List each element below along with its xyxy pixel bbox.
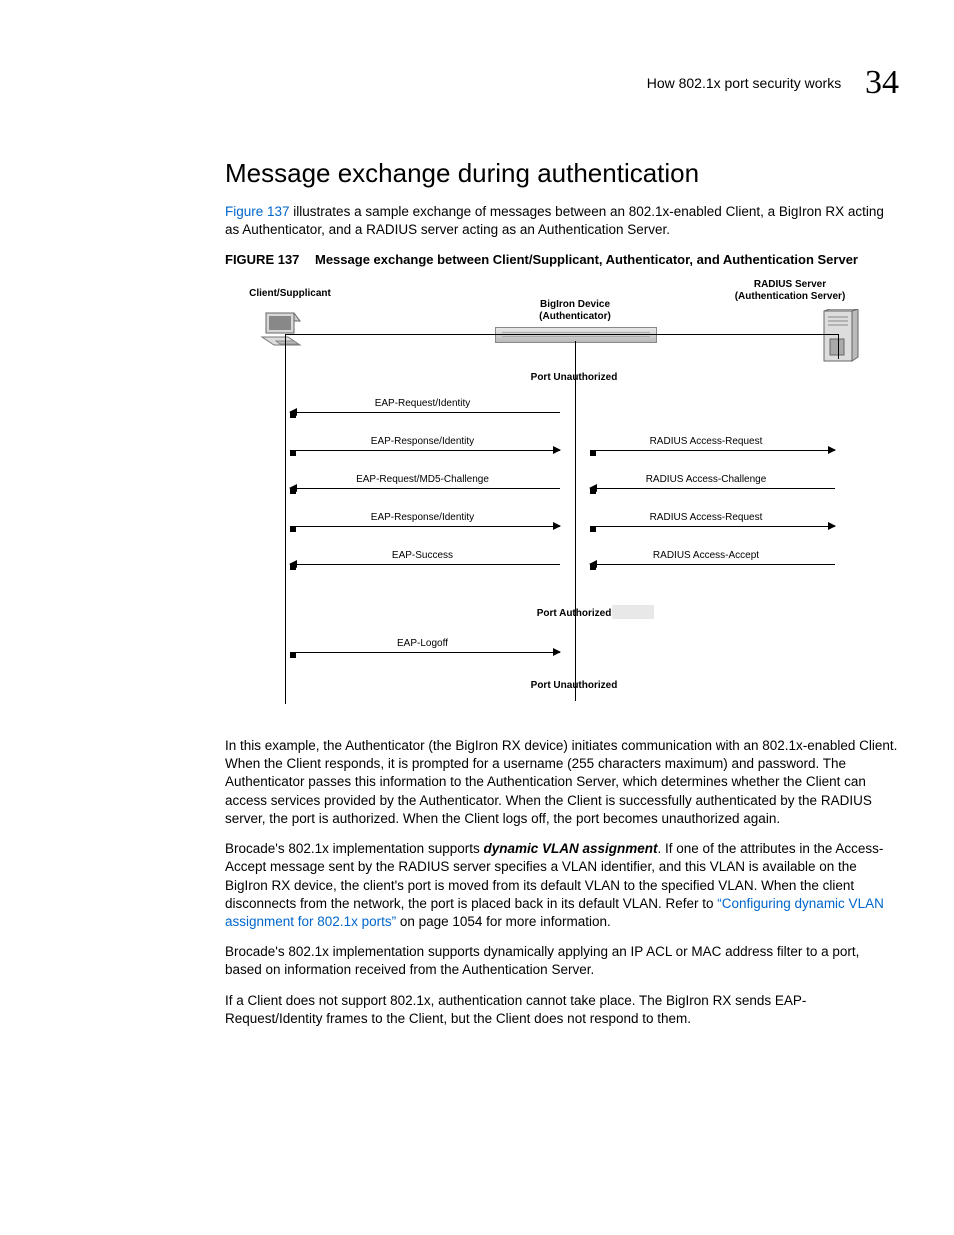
paragraph-4: If a Client does not support 802.1x, aut…	[225, 992, 899, 1028]
msg-eap-req-identity: EAP-Request/Identity	[285, 397, 560, 411]
paragraph-3: Brocade's 802.1x implementation supports…	[225, 943, 899, 979]
port-state-unauth-2: Port Unauthorized	[474, 679, 674, 693]
page-content: Message exchange during authentication F…	[225, 156, 899, 1028]
p2-em: dynamic VLAN assignment	[483, 841, 657, 856]
msg-radius-accept: RADIUS Access-Accept	[576, 549, 836, 563]
device-label-l1: BigIron Device	[540, 299, 610, 310]
server-lifeline	[838, 334, 839, 359]
chapter-number: 34	[865, 60, 899, 106]
client-label: Client/Supplicant	[230, 287, 350, 301]
server-label: RADIUS Server (Authentication Server)	[720, 279, 860, 303]
switch-icon	[495, 327, 657, 343]
device-label-l2: (Authenticator)	[539, 311, 611, 322]
figure-reference-link[interactable]: Figure 137	[225, 204, 290, 219]
msg-eap-req-md5: EAP-Request/MD5-Challenge	[285, 473, 560, 487]
intro-text: illustrates a sample exchange of message…	[225, 204, 884, 237]
workstation-icon	[260, 309, 306, 355]
msg-eap-logoff: EAP-Logoff	[285, 637, 560, 651]
server-label-l2: (Authentication Server)	[735, 291, 846, 302]
running-header: How 802.1x port security works 34	[55, 60, 899, 106]
figure-caption-text: Message exchange between Client/Supplica…	[315, 251, 899, 269]
p2-a: Brocade's 802.1x implementation supports	[225, 841, 483, 856]
p2-c: on page 1054 for more information.	[396, 914, 611, 929]
sequence-diagram: Client/Supplicant BigIron Device (Authen…	[200, 279, 860, 719]
msg-radius-req-1: RADIUS Access-Request	[576, 435, 836, 449]
paragraph-1: In this example, the Authenticator (the …	[225, 737, 899, 828]
msg-radius-challenge: RADIUS Access-Challenge	[576, 473, 836, 487]
msg-eap-resp-identity-1: EAP-Response/Identity	[285, 435, 560, 449]
server-icon	[820, 309, 860, 365]
server-label-l1: RADIUS Server	[754, 279, 826, 290]
port-state-unauth-1: Port Unauthorized	[474, 371, 674, 385]
figure-caption: FIGURE 137 Message exchange between Clie…	[225, 251, 899, 269]
msg-eap-resp-identity-2: EAP-Response/Identity	[285, 511, 560, 525]
figure-label: FIGURE 137	[225, 251, 315, 269]
running-title: How 802.1x port security works	[647, 74, 842, 93]
section-heading: Message exchange during authentication	[225, 156, 899, 191]
intro-paragraph: Figure 137 illustrates a sample exchange…	[225, 203, 899, 239]
msg-radius-req-2: RADIUS Access-Request	[576, 511, 836, 525]
device-label: BigIron Device (Authenticator)	[500, 299, 650, 323]
msg-eap-success: EAP-Success	[285, 549, 560, 563]
paragraph-2: Brocade's 802.1x implementation supports…	[225, 840, 899, 931]
